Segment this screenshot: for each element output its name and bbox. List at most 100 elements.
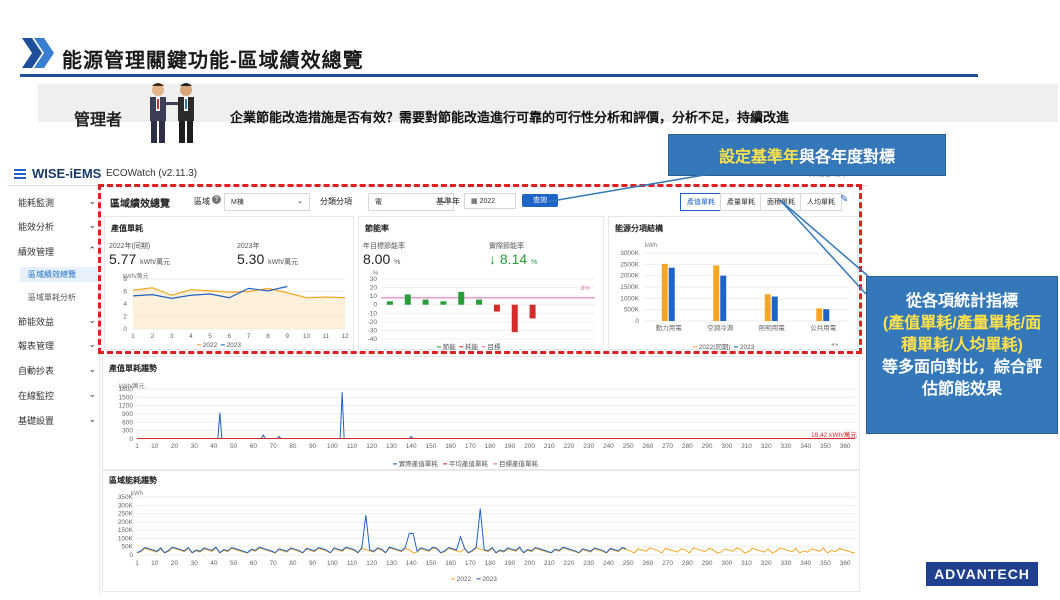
sidebar-item-energy-monitor[interactable]: 能耗監測 ⌄ — [18, 196, 96, 209]
sidebar-item-meter-reading[interactable]: 自動抄表 ⌄ — [18, 364, 96, 377]
energy-trend-chart: 050K100K150K200K250K300K350K1 10 20 30 40 50 6… — [118, 494, 856, 567]
app-logo: WISE-iEMS — [32, 166, 102, 181]
card-output-trend: 產值單耗趨勢 kWh/萬元 0 300 600 900 1200 1500 1800 1 10 2… — [102, 356, 860, 470]
brand-logo: ADVANTECH — [926, 562, 1038, 586]
end-value-label: 18.42 kWh/萬元 — [811, 432, 857, 439]
x-tick-label: 50 — [230, 443, 238, 449]
chevron-logo-icon — [22, 38, 56, 73]
x-tick-label: 150 — [425, 560, 436, 567]
y-tick-label: 1500 — [119, 394, 134, 401]
x-tick-label: 80 — [289, 560, 297, 567]
x-tick-label: 10 — [151, 560, 159, 567]
chart-legend: ━ 實際產值單耗 ━ 平均產值單耗 ━ 目標產值單耗 — [393, 458, 538, 468]
y-tick-label: 300 — [122, 428, 133, 435]
x-tick-label: 260 — [642, 560, 653, 567]
x-tick-label: 60 — [250, 560, 258, 567]
sidebar-item-performance[interactable]: 績效管理 ⌃ — [18, 245, 96, 258]
y-tick-label: 350K — [118, 494, 134, 501]
x-tick-label: 120 — [366, 560, 377, 567]
y-tick-label: 300K — [118, 502, 134, 509]
x-tick-label: 150 — [425, 443, 436, 449]
x-tick-label: 160 — [445, 560, 456, 567]
x-tick-label: 140 — [406, 443, 417, 449]
x-tick-label: 270 — [662, 443, 673, 449]
x-tick-label: 230 — [583, 443, 594, 449]
persona-text: 企業節能改造措施是否有效？需要對節能改造進行可靠的可行性分析和評價，分析不足，持… — [230, 110, 790, 125]
x-tick-label: 230 — [583, 560, 594, 567]
x-tick-label: 80 — [289, 443, 297, 449]
x-tick-label: 260 — [642, 443, 653, 449]
x-tick-label: 100 — [327, 443, 338, 449]
chevron-up-icon: ⌃ — [88, 245, 96, 255]
legend-label-target: 目標產值單耗 — [499, 461, 539, 468]
x-tick-label: 120 — [366, 443, 377, 449]
sidebar-item-basic-settings[interactable]: 基礎設置 ⌄ — [18, 414, 96, 427]
legend-label-2023: 2023 — [482, 576, 497, 583]
x-tick-label: 350 — [820, 560, 831, 567]
y-tick-label: 150K — [118, 527, 134, 534]
x-tick-label: 140 — [406, 560, 417, 567]
persona-label: 管理者 — [74, 112, 123, 129]
x-tick-label: 210 — [544, 443, 555, 449]
title-underline — [20, 74, 978, 77]
y-tick-label: 0 — [129, 436, 133, 443]
x-tick-label: 310 — [741, 560, 752, 567]
x-tick-label: 360 — [840, 443, 851, 449]
chevron-down-icon: ⌄ — [88, 389, 96, 399]
x-tick-label: 90 — [309, 443, 317, 449]
x-tick-label: 200 — [524, 443, 535, 449]
x-tick-label: 100 — [327, 560, 338, 567]
x-tick-label: 30 — [191, 443, 199, 449]
x-tick-label: 90 — [309, 560, 317, 567]
x-tick-label: 360 — [840, 560, 851, 567]
y-tick-label: 600 — [122, 419, 133, 426]
x-tick-label: 190 — [504, 560, 515, 567]
x-tick-label: 210 — [544, 560, 555, 567]
x-tick-label: 300 — [721, 443, 732, 449]
chevron-down-icon: ⌄ — [88, 220, 96, 230]
sidebar-item-online-monitor[interactable]: 在線監控 ⌄ — [18, 389, 96, 402]
chart-legend: ━ 2022 ━ 2023 — [451, 575, 497, 583]
x-tick-label: 170 — [465, 560, 476, 567]
output-trend-chart: 03006009001200150018001 10 20 30 40 50 60 70 80 9… — [119, 386, 855, 449]
sidebar: 能耗監測 ⌄ 能效分析 ⌄ 績效管理 ⌃ 區域績效總覽 區域單耗分析 節能效益 ⌄ 報表… — [8, 186, 100, 594]
x-tick-label: 240 — [603, 560, 614, 567]
x-tick-label: 30 — [191, 560, 199, 567]
x-tick-label: 130 — [386, 560, 397, 567]
x-tick-label: 330 — [781, 560, 792, 567]
hamburger-icon[interactable] — [14, 167, 26, 185]
sidebar-item-saving[interactable]: 節能效益 ⌄ — [18, 315, 96, 328]
slide-title: 能源管理關鍵功能-區域績效總覽 — [62, 50, 364, 72]
y-tick-label: 250K — [118, 511, 134, 518]
x-tick-label: 350 — [820, 443, 831, 449]
legend-label-average: 平均產值單耗 — [448, 461, 488, 468]
y-tick-label: 900 — [122, 411, 133, 418]
x-tick-label: 10 — [151, 443, 159, 449]
x-tick-label: 190 — [504, 443, 515, 449]
app-version: ECOWatch (v2.11.3) — [106, 168, 198, 179]
y-tick-label: 200K — [118, 519, 134, 526]
y-tick-label: 1800 — [119, 386, 134, 393]
legend-swatch-2022: ━ — [451, 576, 455, 583]
x-tick-label: 50 — [230, 560, 238, 567]
x-tick-label: 280 — [682, 560, 693, 567]
x-tick-label: 320 — [761, 560, 772, 567]
x-tick-label: 110 — [347, 560, 358, 567]
x-tick-label: 20 — [171, 443, 179, 449]
card-title: 產值單耗趨勢 — [109, 364, 157, 373]
x-tick-label: 240 — [603, 443, 614, 449]
y-tick-label: 0 — [129, 552, 133, 559]
sidebar-subitem-area-overview[interactable]: 區域績效總覽 — [20, 267, 100, 282]
x-tick-label: 330 — [781, 443, 792, 449]
sidebar-item-reports[interactable]: 報表管理 ⌄ — [18, 339, 96, 352]
chevron-down-icon: ⌄ — [88, 339, 96, 349]
legend-swatch-2023: ━ — [476, 576, 481, 583]
y-tick-label: 50K — [121, 544, 133, 551]
x-tick-label: 70 — [269, 560, 277, 567]
sidebar-item-efficiency[interactable]: 能效分析 ⌄ — [18, 220, 96, 233]
x-tick-label: 290 — [702, 443, 713, 449]
x-tick-label: 170 — [465, 443, 476, 449]
sidebar-subitem-area-unit[interactable]: 區域單耗分析 — [28, 292, 76, 303]
x-tick-label: 20 — [171, 560, 179, 567]
x-tick-label: 1 — [135, 560, 139, 567]
